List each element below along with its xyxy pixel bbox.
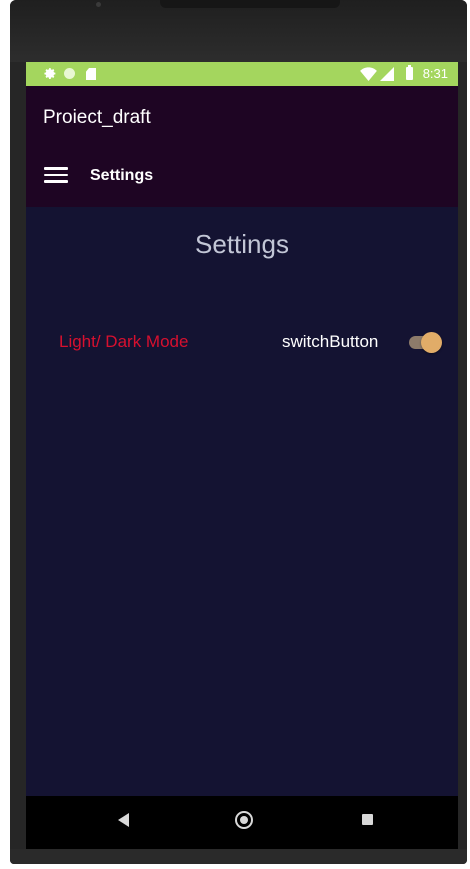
bottom-bezel xyxy=(10,849,467,864)
sd-card-icon xyxy=(86,68,96,80)
recents-icon[interactable] xyxy=(362,814,373,825)
status-bar: 8:31 xyxy=(26,62,458,86)
battery-icon xyxy=(406,65,413,80)
theme-switch[interactable]: switchButton xyxy=(282,327,442,357)
front-camera xyxy=(96,2,101,7)
hamburger-menu-icon[interactable] xyxy=(44,167,68,183)
app-bar: Proiect_draft Settings xyxy=(26,86,458,207)
screen: 8:31 Proiect_draft Settings Settings Lig… xyxy=(26,62,458,849)
speaker-grille xyxy=(160,0,340,8)
signal-icon xyxy=(380,67,394,86)
gear-icon xyxy=(44,67,57,85)
back-icon[interactable] xyxy=(118,813,129,827)
toolbar-title: Settings xyxy=(90,167,154,184)
switch-label: switchButton xyxy=(282,332,379,351)
page-heading: Settings xyxy=(195,229,289,259)
clock: 8:31 xyxy=(422,66,448,81)
home-icon[interactable] xyxy=(235,811,253,829)
light-dark-mode-label: Light/ Dark Mode xyxy=(59,332,189,351)
settings-content: Settings Light/ Dark Mode switchButton xyxy=(26,207,458,796)
wifi-icon xyxy=(360,67,377,86)
switch-thumb[interactable] xyxy=(421,332,442,353)
circle-icon xyxy=(64,68,75,79)
device-frame: 8:31 Proiect_draft Settings Settings Lig… xyxy=(10,0,467,864)
app-title: Proiect_draft xyxy=(43,107,151,128)
navigation-bar xyxy=(26,796,458,849)
top-bezel xyxy=(10,0,467,62)
